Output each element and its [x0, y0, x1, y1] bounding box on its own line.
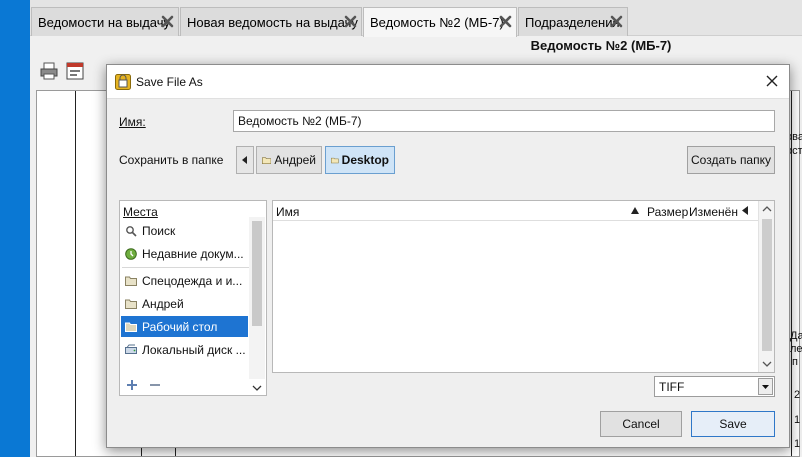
place-desktop[interactable]: Рабочий стол — [121, 316, 248, 337]
tab-new-vedomost[interactable]: Новая ведомость на выдачу — [180, 7, 362, 36]
bg-fragment: 1 — [794, 438, 801, 450]
tab-label: Ведомость №2 (МБ-7) — [370, 15, 504, 30]
chevron-down-icon[interactable] — [762, 360, 772, 368]
scrollbar-thumb[interactable] — [252, 221, 262, 326]
place-label: Поиск — [142, 223, 176, 238]
place-label: Рабочий стол — [142, 319, 218, 334]
tab-label: Новая ведомость на выдачу — [187, 14, 358, 30]
file-name-input[interactable] — [233, 110, 775, 132]
save-file-dialog: Save File As Имя: Сохранить в папке Андр… — [106, 64, 790, 448]
close-tab-icon[interactable] — [499, 15, 512, 28]
chevron-left-icon — [242, 156, 247, 164]
tab-label: Ведомости на выдачу — [38, 14, 170, 30]
close-icon[interactable] — [765, 74, 779, 88]
breadcrumb-andrey[interactable]: Андрей — [256, 146, 322, 174]
places-scrollbar[interactable] — [249, 217, 265, 391]
place-label: Спецодежда и и... — [142, 273, 243, 288]
sort-up-icon[interactable] — [631, 207, 639, 214]
places-divider — [122, 267, 249, 268]
close-tab-icon[interactable] — [610, 15, 623, 28]
recent-icon — [125, 247, 137, 260]
save-button[interactable]: Save — [691, 411, 775, 437]
add-place-icon[interactable] — [125, 378, 139, 392]
col-modified[interactable]: Изменён — [689, 205, 738, 219]
col-size[interactable]: Размер — [647, 205, 688, 219]
chevron-down-icon — [762, 385, 769, 389]
tab-bar: Ведомости на выдачу Новая ведомость на в… — [30, 0, 802, 37]
dialog-title: Save File As — [136, 75, 203, 89]
place-recent[interactable]: Недавние докум... — [121, 243, 248, 264]
folder-icon — [125, 276, 137, 286]
place-label: Андрей — [142, 296, 184, 311]
folder-icon — [262, 157, 272, 164]
folder-icon — [125, 299, 137, 309]
breadcrumb-label: Андрей — [274, 153, 316, 167]
tab-vedomosti[interactable]: Ведомости на выдачу — [31, 7, 179, 36]
dropdown-button[interactable] — [758, 378, 773, 395]
save-label: Save — [719, 417, 747, 431]
name-label: Имя: — [119, 115, 146, 129]
file-type-value: TIFF — [659, 380, 685, 394]
cancel-button[interactable]: Cancel — [600, 411, 682, 437]
cancel-label: Cancel — [622, 417, 660, 431]
folder-icon — [331, 157, 339, 164]
create-folder-label: Создать папку — [691, 153, 771, 167]
chevron-down-icon[interactable] — [252, 383, 262, 393]
remove-place-icon[interactable] — [148, 378, 162, 392]
export-icon[interactable] — [66, 62, 84, 80]
places-header: Места — [123, 205, 158, 219]
folder-label: Сохранить в папке — [119, 153, 224, 167]
chevron-up-icon[interactable] — [762, 205, 772, 213]
bg-fragment: п — [792, 356, 798, 368]
place-local-disk[interactable]: Локальный диск ... — [121, 339, 248, 360]
place-label: Недавние докум... — [142, 246, 244, 261]
folder-icon — [125, 322, 137, 332]
tab-vedomost-2[interactable]: Ведомость №2 (МБ-7) — [363, 7, 517, 37]
search-icon — [126, 225, 137, 237]
bg-fragment: 1 — [794, 414, 801, 426]
breadcrumb-desktop[interactable]: Desktop — [325, 146, 395, 174]
tab-label: Подразделения — [525, 14, 620, 30]
app-icon — [115, 74, 131, 90]
file-list-scrollbar[interactable] — [758, 201, 774, 372]
col-name[interactable]: Имя — [276, 205, 299, 219]
places-panel: Места Поиск Недавние докум... Спецодежда… — [119, 200, 267, 396]
breadcrumb-back-button[interactable] — [236, 146, 254, 174]
bg-fragment: Да — [790, 330, 802, 342]
close-tab-icon[interactable] — [344, 15, 357, 28]
breadcrumb-label: Desktop — [341, 153, 389, 167]
scrollbar-thumb[interactable] — [762, 219, 772, 351]
place-specodezhda[interactable]: Спецодежда и и... — [121, 270, 248, 291]
place-andrey[interactable]: Андрей — [121, 293, 248, 314]
place-search[interactable]: Поиск — [121, 220, 248, 241]
bg-fragment: ле — [790, 343, 802, 355]
drive-icon — [125, 344, 137, 354]
file-list-header: Имя Размер Изменён — [273, 201, 759, 221]
file-list[interactable]: Имя Размер Изменён — [272, 200, 775, 373]
bg-fragment: 2 — [794, 389, 801, 401]
dialog-titlebar: Save File As — [107, 65, 789, 99]
place-label: Локальный диск ... — [142, 342, 246, 357]
chevron-left-icon[interactable] — [742, 206, 749, 215]
file-type-select[interactable]: TIFF — [654, 376, 775, 397]
create-folder-button[interactable]: Создать папку — [687, 146, 775, 174]
tab-podrazdeleniya[interactable]: Подразделения — [518, 7, 628, 36]
document-title: Ведомость №2 (МБ-7) — [530, 38, 672, 53]
print-icon[interactable] — [40, 62, 58, 80]
close-tab-icon[interactable] — [161, 15, 174, 28]
